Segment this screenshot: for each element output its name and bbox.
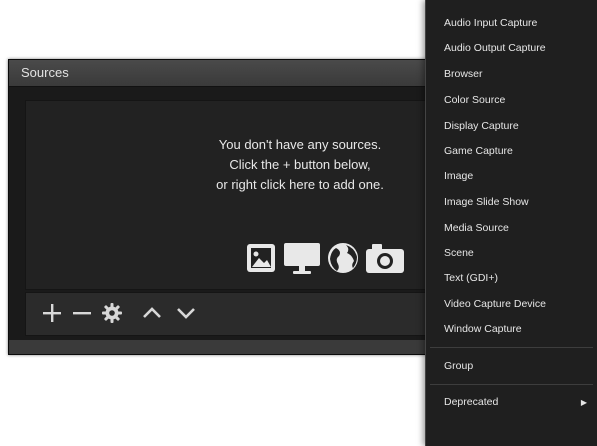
gear-icon	[101, 302, 123, 328]
add-source-button[interactable]	[38, 301, 66, 329]
menu-item-game-capture[interactable]: Game Capture	[426, 139, 597, 164]
menu-item-display-capture[interactable]: Display Capture	[426, 114, 597, 139]
menu-item-video-capture-device[interactable]: Video Capture Device	[426, 292, 597, 317]
menu-item-image-slide-show[interactable]: Image Slide Show	[426, 190, 597, 215]
dock-bottom-bar	[9, 340, 437, 354]
menu-item-text-gdi[interactable]: Text (GDI+)	[426, 266, 597, 291]
menu-item-window-capture[interactable]: Window Capture	[426, 317, 597, 342]
add-source-context-menu: Audio Input Capture Audio Output Capture…	[425, 0, 597, 446]
empty-sources-message: You don't have any sources. Click the + …	[180, 135, 420, 195]
menu-item-browser[interactable]: Browser	[426, 62, 597, 87]
sources-dock: Sources You don't have any sources. Clic…	[8, 59, 438, 355]
move-source-down-button[interactable]	[172, 301, 200, 329]
chevron-up-icon	[141, 302, 163, 328]
empty-message-line: or right click here to add one.	[216, 177, 384, 192]
menu-item-color-source[interactable]: Color Source	[426, 88, 597, 113]
camera-icon	[364, 241, 406, 279]
plus-icon	[41, 302, 63, 328]
sources-toolbar	[25, 292, 435, 336]
image-icon	[244, 241, 278, 279]
menu-item-media-source[interactable]: Media Source	[426, 216, 597, 241]
menu-item-audio-input-capture[interactable]: Audio Input Capture	[426, 11, 597, 36]
empty-message-line: Click the + button below,	[229, 157, 371, 172]
source-type-icons	[244, 241, 406, 279]
dock-title-bar[interactable]: Sources	[9, 60, 437, 87]
remove-source-button[interactable]	[68, 301, 96, 329]
menu-item-deprecated[interactable]: Deprecated ▶	[426, 390, 597, 415]
minus-icon	[71, 302, 93, 328]
menu-item-group[interactable]: Group	[426, 354, 597, 379]
submenu-arrow-icon: ▶	[580, 398, 587, 407]
menu-item-deprecated-label: Deprecated	[444, 396, 499, 408]
source-properties-button[interactable]	[98, 301, 126, 329]
globe-icon	[326, 241, 360, 279]
chevron-down-icon	[175, 302, 197, 328]
menu-item-image[interactable]: Image	[426, 164, 597, 189]
menu-item-audio-output-capture[interactable]: Audio Output Capture	[426, 36, 597, 61]
menu-separator	[430, 347, 593, 348]
dock-title: Sources	[21, 65, 69, 80]
move-source-up-button[interactable]	[138, 301, 166, 329]
source-list[interactable]: You don't have any sources. Click the + …	[25, 100, 435, 290]
menu-separator	[430, 384, 593, 385]
menu-item-scene[interactable]: Scene	[426, 241, 597, 266]
empty-message-line: You don't have any sources.	[218, 137, 382, 152]
monitor-icon	[282, 240, 322, 280]
